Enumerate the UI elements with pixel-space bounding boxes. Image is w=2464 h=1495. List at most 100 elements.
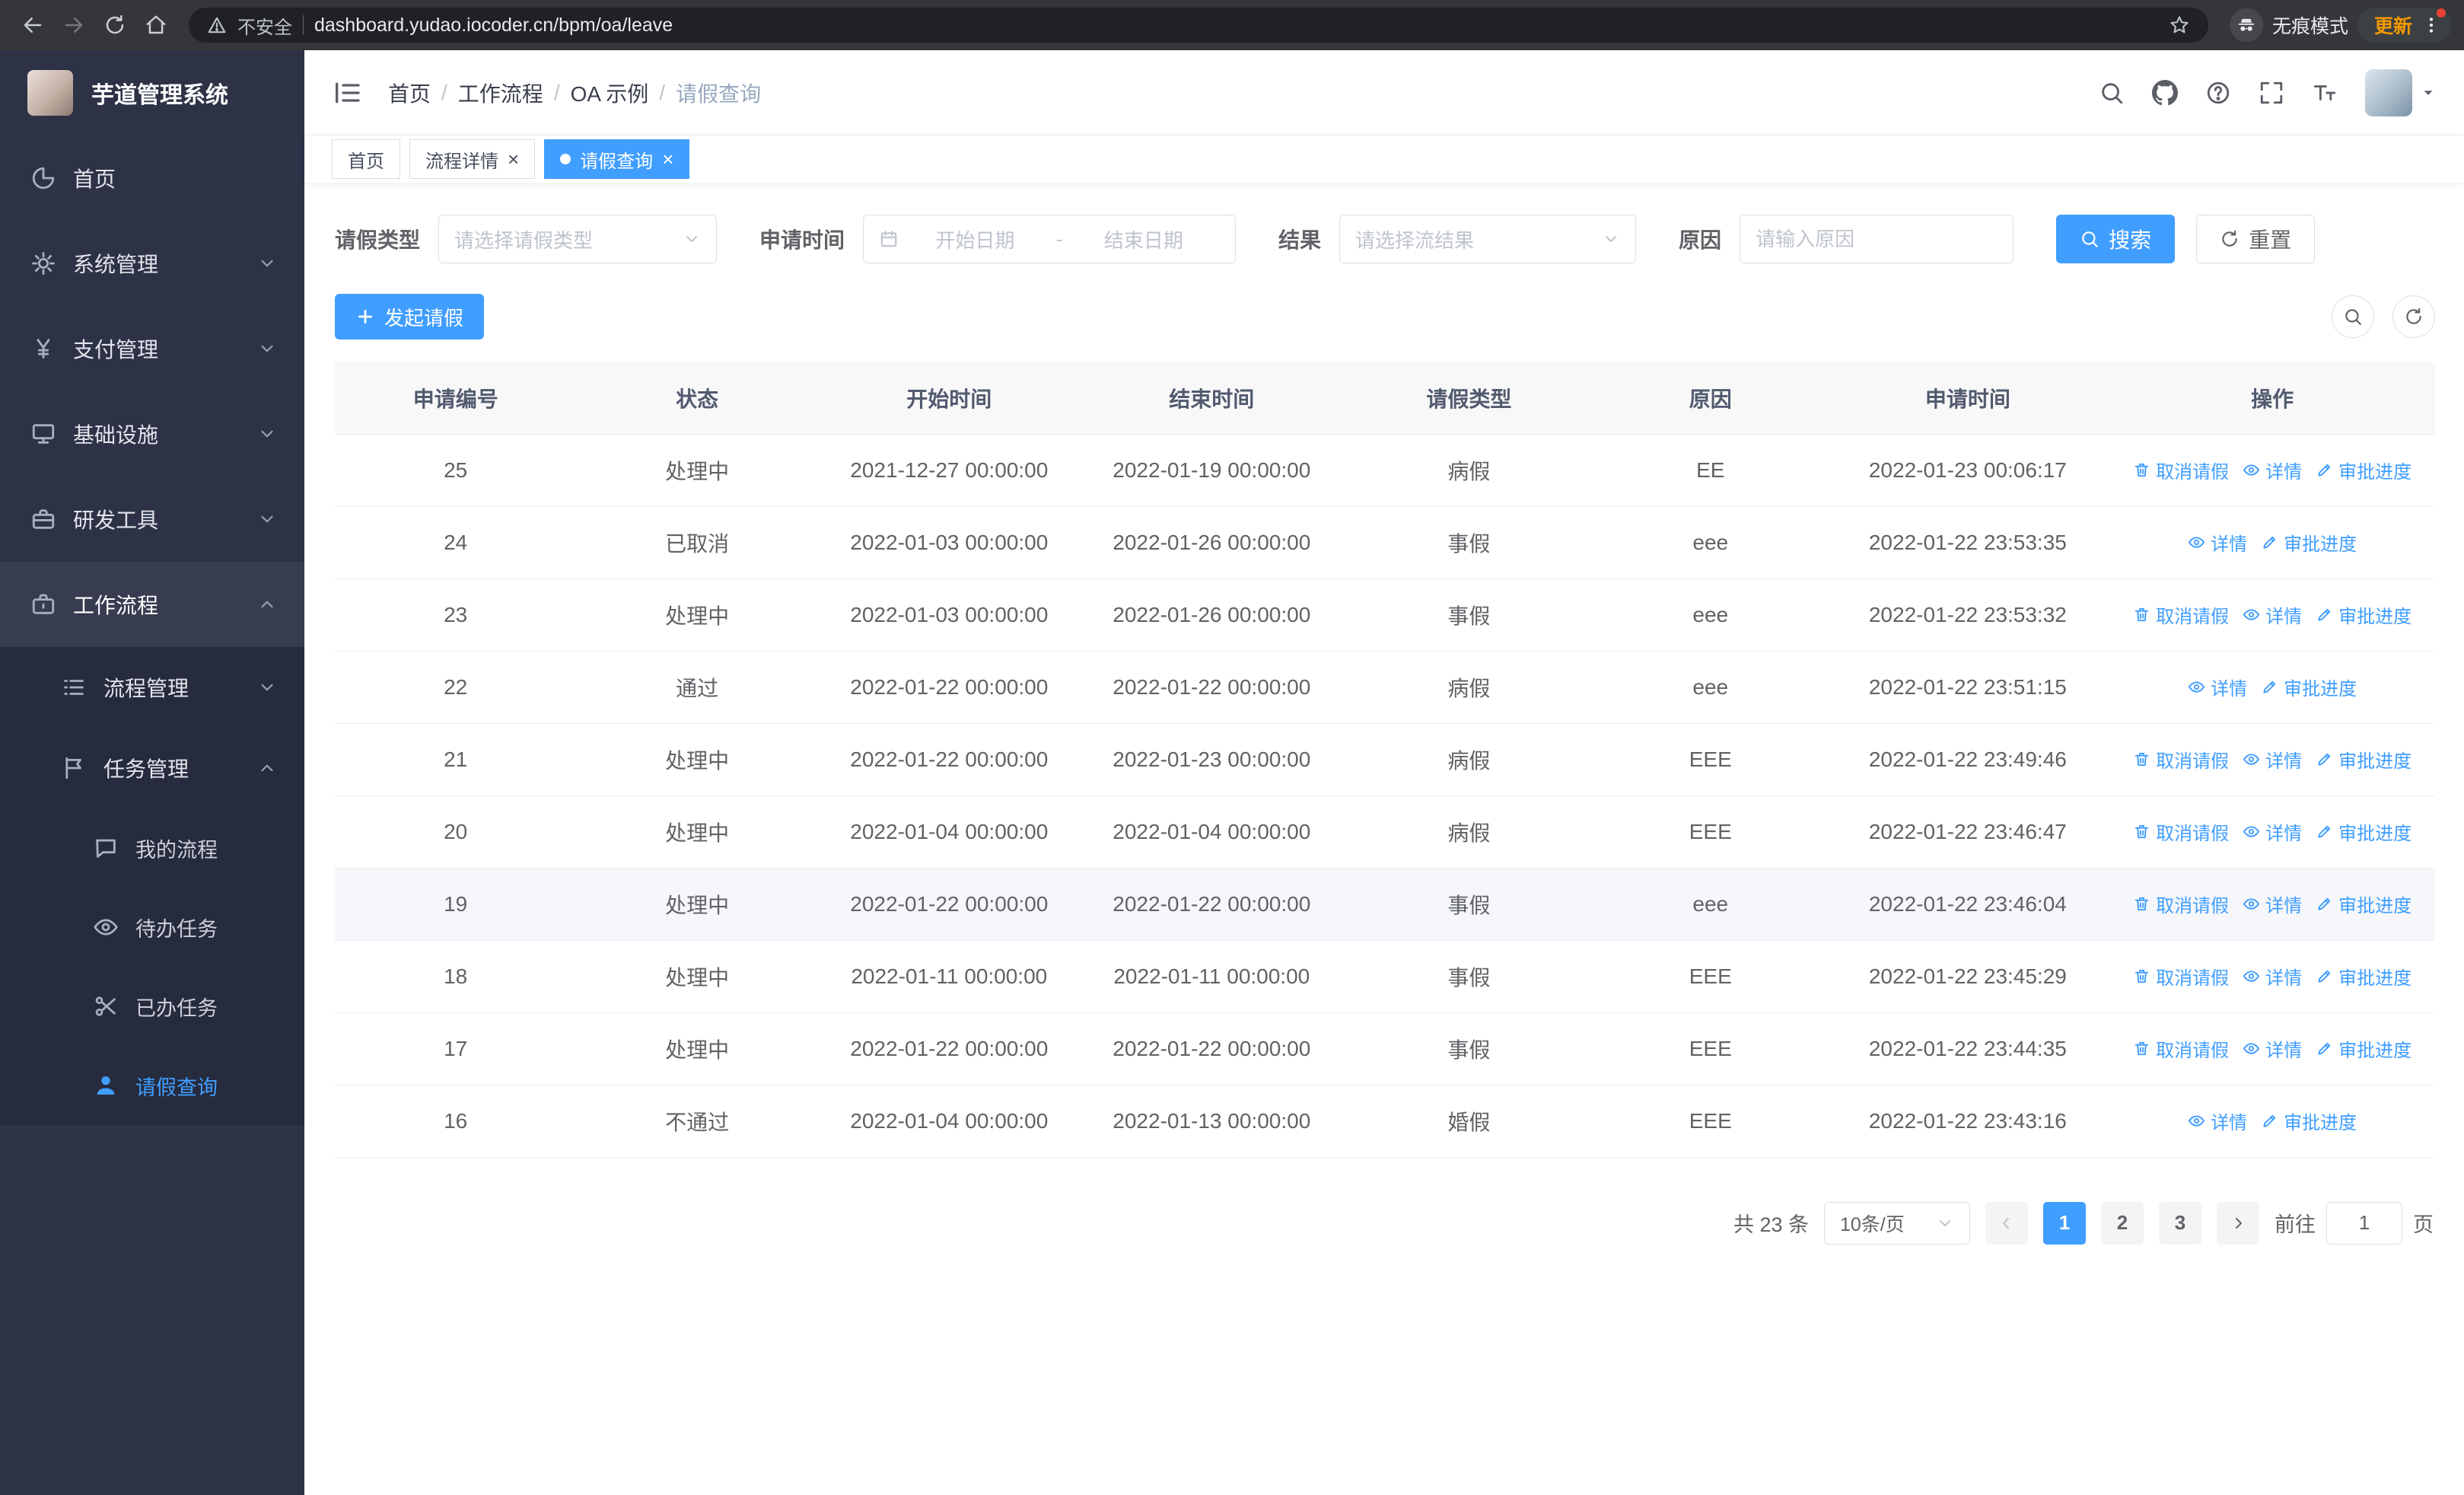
search-button[interactable]: 搜索 (2056, 215, 2176, 263)
prev-page-button[interactable] (1985, 1201, 2028, 1245)
scissors-icon (93, 993, 119, 1019)
cancel-action-link[interactable]: 取消请假 (2133, 818, 2229, 845)
progress-action-link[interactable]: 审批进度 (2316, 891, 2411, 917)
sidebar-item-done-tasks[interactable]: 已办任务 (0, 967, 304, 1046)
sidebar-item-payment-management[interactable]: 支付管理 (0, 306, 304, 391)
table-row: 21 处理中 2022-01-22 00:00:00 2022-01-23 00:00… (335, 723, 2435, 796)
progress-action-link[interactable]: 审批进度 (2261, 674, 2357, 700)
breadcrumb-item[interactable]: 工作流程 (458, 78, 543, 108)
cancel-action-link[interactable]: 取消请假 (2133, 891, 2229, 917)
app-title: 芋道管理系统 (91, 83, 228, 108)
update-button[interactable]: 更新 (2357, 8, 2452, 43)
detail-action-link[interactable]: 详情 (2188, 674, 2247, 700)
filter-result: 结果 请选择流结果 (1278, 215, 1637, 263)
search-icon[interactable] (2099, 80, 2125, 106)
progress-action-link[interactable]: 审批进度 (2261, 1108, 2357, 1134)
breadcrumb-item[interactable]: 首页 (388, 78, 431, 108)
back-arrow-icon[interactable] (12, 5, 53, 46)
cancel-action-link[interactable]: 取消请假 (2133, 457, 2229, 483)
sidebar-item-task-management[interactable]: 任务管理 (0, 728, 304, 808)
bookmark-star-icon[interactable] (2169, 14, 2190, 36)
detail-action-link[interactable]: 详情 (2188, 529, 2247, 556)
sidebar-item-process-management[interactable]: 流程管理 (0, 647, 304, 728)
home-icon[interactable] (135, 5, 177, 46)
goto-page-input[interactable] (2326, 1201, 2402, 1245)
cancel-action-link[interactable]: 取消请假 (2133, 1035, 2229, 1062)
next-page-button[interactable] (2217, 1201, 2259, 1245)
toggle-search-button[interactable] (2332, 295, 2374, 338)
sidebar-item-leave-query[interactable]: 请假查询 (0, 1046, 304, 1125)
cell-status: 处理中 (576, 1012, 818, 1085)
create-leave-button[interactable]: 发起请假 (335, 294, 485, 339)
github-icon[interactable] (2152, 79, 2178, 106)
detail-action-link[interactable]: 详情 (2243, 1035, 2302, 1062)
cell-status: 通过 (576, 651, 818, 724)
font-size-icon[interactable] (2312, 80, 2338, 106)
result-select[interactable]: 请选择流结果 (1339, 215, 1637, 263)
cell-reason: EEE (1594, 1085, 1826, 1158)
sidebar-item-home[interactable]: 首页 (0, 135, 304, 221)
question-icon[interactable] (2205, 80, 2231, 106)
sidebar-item-todo-tasks[interactable]: 待办任务 (0, 888, 304, 967)
cancel-action-link[interactable]: 取消请假 (2133, 963, 2229, 990)
edit-icon (2316, 1040, 2333, 1057)
cancel-action-link[interactable]: 取消请假 (2133, 746, 2229, 773)
progress-action-link[interactable]: 审批进度 (2316, 746, 2411, 773)
sidebar-item-system-management[interactable]: 系统管理 (0, 221, 304, 306)
eye-icon (2243, 895, 2260, 913)
progress-action-link[interactable]: 审批进度 (2316, 963, 2411, 990)
leave-type-select[interactable]: 请选择请假类型 (438, 215, 718, 263)
url-bar[interactable]: 不安全 dashboard.yudao.iocoder.cn/bpm/oa/le… (189, 8, 2208, 43)
detail-action-link[interactable]: 详情 (2243, 963, 2302, 990)
sidebar-item-dev-tools[interactable]: 研发工具 (0, 477, 304, 562)
close-icon[interactable]: × (662, 149, 673, 169)
notification-dot (2437, 8, 2446, 18)
avatar[interactable] (2365, 69, 2412, 116)
refresh-table-button[interactable] (2392, 295, 2435, 338)
forward-arrow-icon[interactable] (53, 5, 94, 46)
detail-action-link[interactable]: 详情 (2243, 818, 2302, 845)
action-label: 详情 (2211, 678, 2248, 700)
tab-首页[interactable]: 首页 (332, 139, 400, 179)
progress-action-link[interactable]: 审批进度 (2316, 1035, 2411, 1062)
reset-button[interactable]: 重置 (2196, 215, 2316, 263)
tab-请假查询[interactable]: 请假查询 × (544, 139, 690, 179)
kebab-menu-icon[interactable] (2421, 15, 2441, 35)
reload-icon[interactable] (94, 5, 135, 46)
hamburger-icon[interactable] (332, 78, 362, 108)
reason-input[interactable] (1740, 215, 2014, 263)
detail-action-link[interactable]: 详情 (2188, 1108, 2247, 1134)
progress-action-link[interactable]: 审批进度 (2261, 529, 2357, 556)
range-separator: - (1055, 227, 1063, 250)
tab-流程详情[interactable]: 流程详情 × (409, 139, 536, 179)
cancel-action-link[interactable]: 取消请假 (2133, 601, 2229, 628)
page-button-2[interactable]: 2 (2101, 1201, 2144, 1245)
cell-end-time: 2022-01-23 00:00:00 (1080, 723, 1343, 796)
page-size-select[interactable]: 10条/页 (1824, 1201, 1970, 1245)
action-label: 审批进度 (2338, 1040, 2412, 1061)
user-menu[interactable] (2365, 69, 2437, 116)
detail-action-link[interactable]: 详情 (2243, 746, 2302, 773)
search-icon (2080, 229, 2099, 249)
column-header: 结束时间 (1080, 362, 1343, 435)
breadcrumb-item[interactable]: OA 示例 (571, 78, 649, 108)
close-icon[interactable]: × (508, 149, 519, 169)
sidebar-item-workflow[interactable]: 工作流程 (0, 562, 304, 647)
page-button-3[interactable]: 3 (2159, 1201, 2201, 1245)
tab-label: 流程详情 (425, 151, 498, 172)
sidebar-item-infrastructure[interactable]: 基础设施 (0, 391, 304, 477)
cell-reason: eee (1594, 651, 1826, 724)
sidebar-item-label: 工作流程 (73, 594, 159, 617)
sidebar-item-label: 任务管理 (103, 757, 189, 781)
detail-action-link[interactable]: 详情 (2243, 891, 2302, 917)
sidebar-item-my-processes[interactable]: 我的流程 (0, 808, 304, 888)
detail-action-link[interactable]: 详情 (2243, 601, 2302, 628)
apply-time-label: 申请时间 (759, 228, 845, 252)
progress-action-link[interactable]: 审批进度 (2316, 457, 2411, 483)
fullscreen-icon[interactable] (2259, 80, 2284, 106)
progress-action-link[interactable]: 审批进度 (2316, 818, 2411, 845)
detail-action-link[interactable]: 详情 (2243, 457, 2302, 483)
page-button-1[interactable]: 1 (2043, 1201, 2086, 1245)
progress-action-link[interactable]: 审批进度 (2316, 601, 2411, 628)
date-range-picker[interactable]: 开始日期 - 结束日期 (863, 215, 1237, 263)
